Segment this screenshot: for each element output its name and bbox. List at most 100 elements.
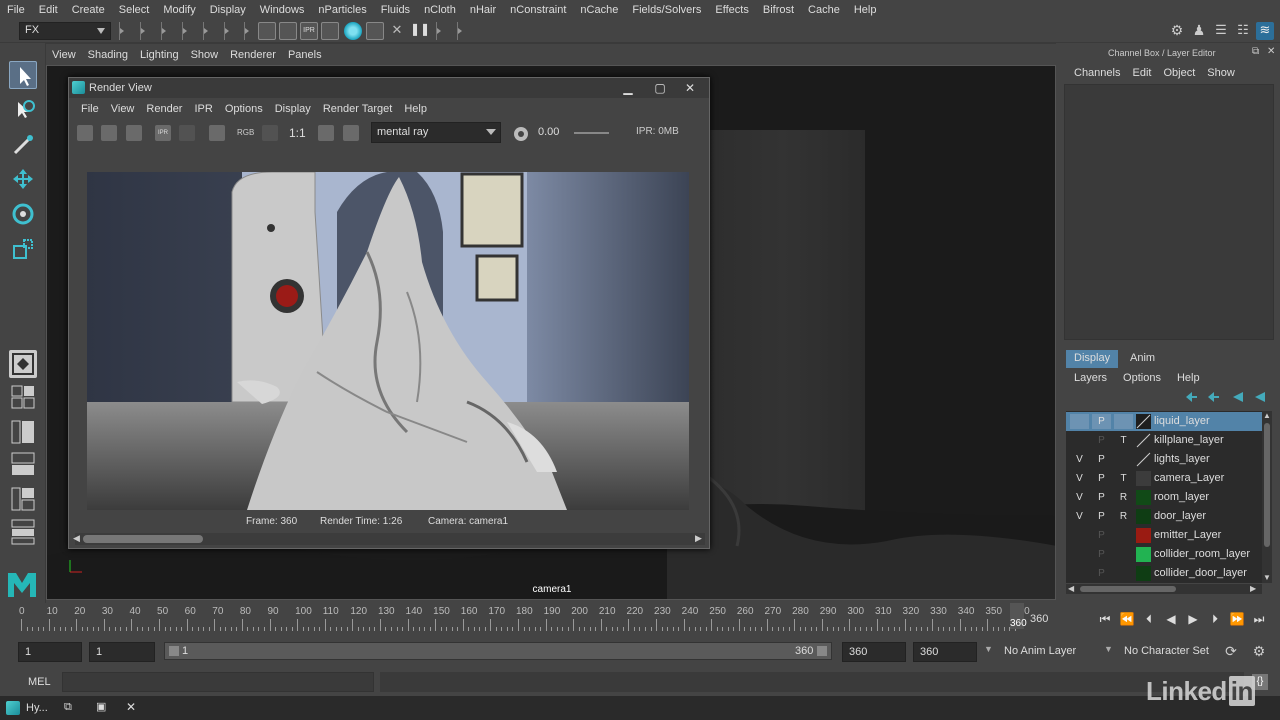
viewport-menu-show[interactable]: Show — [185, 49, 225, 61]
paint-select-tool-icon[interactable] — [9, 131, 37, 159]
custom-layout-icon[interactable] — [9, 518, 37, 546]
scroll-down-icon[interactable]: ▼ — [1263, 573, 1271, 582]
layer-display-type-toggle[interactable]: R — [1114, 509, 1133, 524]
range-start-handle[interactable] — [169, 646, 179, 656]
go-to-end-icon[interactable]: ⏭ — [1251, 611, 1267, 627]
horizontal-scrollbar[interactable]: ◀ ▶ — [73, 533, 705, 545]
close-icon[interactable]: ✕ — [126, 700, 136, 714]
layer-playback-toggle[interactable]: P — [1092, 414, 1111, 429]
scale-tool-icon[interactable] — [9, 235, 37, 263]
modeling-toolkit-icon[interactable]: ⚙ — [1168, 22, 1186, 40]
menu-ncache[interactable]: nCache — [573, 4, 625, 16]
layer-row[interactable]: V P lights_layer — [1066, 450, 1262, 469]
float-panel-icon[interactable]: ⧉ — [1252, 46, 1259, 57]
cb-menu-show[interactable]: Show — [1201, 67, 1241, 79]
layer-visibility-toggle[interactable] — [1070, 566, 1089, 581]
rv-menu-file[interactable]: File — [75, 103, 105, 115]
layer-visibility-toggle[interactable]: V — [1070, 490, 1089, 505]
go-to-start-icon[interactable]: ⏮ — [1097, 611, 1113, 627]
collapse-arrow-icon[interactable] — [138, 22, 146, 40]
layer-color-swatch[interactable] — [1136, 414, 1151, 429]
new-layer-selected-icon[interactable] — [1254, 391, 1268, 403]
le-menu-options[interactable]: Options — [1115, 372, 1169, 384]
move-layer-up-icon[interactable] — [1184, 391, 1198, 403]
menu-select[interactable]: Select — [112, 4, 157, 16]
step-forward-key-icon[interactable]: ⏵ — [1207, 611, 1223, 627]
layer-playback-toggle[interactable]: P — [1092, 566, 1111, 581]
collapse-arrow-icon[interactable] — [222, 22, 230, 40]
hypershade-icon[interactable] — [344, 22, 362, 40]
layer-name[interactable]: collider_door_layer — [1154, 567, 1247, 579]
layer-playback-toggle[interactable]: P — [1092, 452, 1111, 467]
layer-name[interactable]: killplane_layer — [1154, 434, 1224, 446]
layer-playback-toggle[interactable]: P — [1092, 528, 1111, 543]
anim-layer-dropdown[interactable]: ▼ No Anim Layer — [982, 642, 1102, 662]
layer-color-swatch[interactable] — [1136, 433, 1151, 448]
layer-name[interactable]: liquid_layer — [1154, 415, 1210, 427]
four-view-layout-icon[interactable] — [9, 384, 37, 410]
render-region-icon[interactable] — [101, 125, 117, 141]
collapse-arrow-icon[interactable] — [180, 22, 188, 40]
layer-name[interactable]: camera_Layer — [1154, 472, 1224, 484]
layer-row[interactable]: V P R room_layer — [1066, 488, 1262, 507]
render-settings-window-icon[interactable] — [321, 22, 339, 40]
character-set-dropdown[interactable]: ▼ No Character Set — [1102, 642, 1218, 662]
step-back-key-icon[interactable]: ⏴ — [1141, 611, 1157, 627]
layer-name[interactable]: emitter_Layer — [1154, 529, 1221, 541]
menu-create[interactable]: Create — [65, 4, 112, 16]
layer-playback-toggle[interactable]: P — [1092, 509, 1111, 524]
layer-display-type-toggle[interactable] — [1114, 566, 1133, 581]
menu-help[interactable]: Help — [847, 4, 884, 16]
layer-row[interactable]: P emitter_Layer — [1066, 526, 1262, 545]
channel-box-icon[interactable]: ≋ — [1256, 22, 1274, 40]
rv-menu-render[interactable]: Render — [140, 103, 188, 115]
rv-menu-display[interactable]: Display — [269, 103, 317, 115]
menu-file[interactable]: File — [0, 4, 32, 16]
viewport-menu-panels[interactable]: Panels — [282, 49, 328, 61]
menu-ncloth[interactable]: nCloth — [417, 4, 463, 16]
menu-nparticles[interactable]: nParticles — [311, 4, 373, 16]
render-settings-icon[interactable] — [209, 125, 225, 141]
persp-graph-hypergraph-layout-icon[interactable] — [9, 486, 37, 512]
playback-end-frame-field[interactable]: 360 — [842, 642, 906, 662]
layer-row[interactable]: P T killplane_layer — [1066, 431, 1262, 450]
persp-outliner-layout-icon[interactable] — [9, 419, 37, 445]
render-settings-icon[interactable] — [258, 22, 276, 40]
maximize-icon[interactable]: ▣ — [96, 700, 106, 713]
rotate-tool-icon[interactable] — [9, 200, 37, 228]
layer-name[interactable]: door_layer — [1154, 510, 1206, 522]
command-input[interactable] — [62, 672, 374, 692]
rv-menu-ipr[interactable]: IPR — [188, 103, 218, 115]
human-ik-icon[interactable]: ♟ — [1190, 22, 1208, 40]
select-tool-icon[interactable] — [9, 61, 37, 89]
layer-display-type-toggle[interactable] — [1114, 528, 1133, 543]
close-icon[interactable]: ✕ — [679, 80, 701, 96]
scroll-left-icon[interactable]: ◀ — [73, 533, 80, 544]
layer-playback-toggle[interactable]: P — [1092, 471, 1111, 486]
exposure-value[interactable]: 0.00 — [538, 126, 559, 138]
snapshot-icon[interactable] — [126, 125, 142, 141]
animation-preferences-icon[interactable]: ⚙ — [1250, 643, 1268, 661]
layer-visibility-toggle[interactable] — [1070, 433, 1089, 448]
tools-icon[interactable]: ✕ — [388, 22, 406, 40]
layer-row[interactable]: P collider_door_layer — [1066, 564, 1262, 583]
layer-row[interactable]: P collider_room_layer — [1066, 545, 1262, 564]
viewport-menu-renderer[interactable]: Renderer — [224, 49, 282, 61]
exposure-icon[interactable] — [512, 125, 530, 143]
persp-graph-layout-icon[interactable] — [9, 451, 37, 477]
new-empty-layer-icon[interactable] — [1232, 391, 1246, 403]
layer-playback-toggle[interactable]: P — [1092, 490, 1111, 505]
play-backwards-icon[interactable]: ◀ — [1163, 611, 1179, 627]
layer-visibility-toggle[interactable]: V — [1070, 509, 1089, 524]
remove-image-icon[interactable] — [343, 125, 359, 141]
layer-visibility-toggle[interactable]: V — [1070, 452, 1089, 467]
viewport-menu-view[interactable]: View — [46, 49, 82, 61]
close-panel-icon[interactable]: ✕ — [1267, 46, 1275, 57]
auto-key-icon[interactable]: ⟳ — [1222, 643, 1240, 661]
pause-icon[interactable]: ❚❚ — [410, 22, 430, 40]
cb-menu-channels[interactable]: Channels — [1068, 67, 1126, 79]
channel-box-area[interactable] — [1064, 84, 1274, 340]
range-slider[interactable]: 1 360 — [164, 642, 832, 660]
scroll-up-icon[interactable]: ▲ — [1263, 411, 1271, 420]
step-forward-frame-icon[interactable]: ⏩ — [1229, 611, 1245, 627]
